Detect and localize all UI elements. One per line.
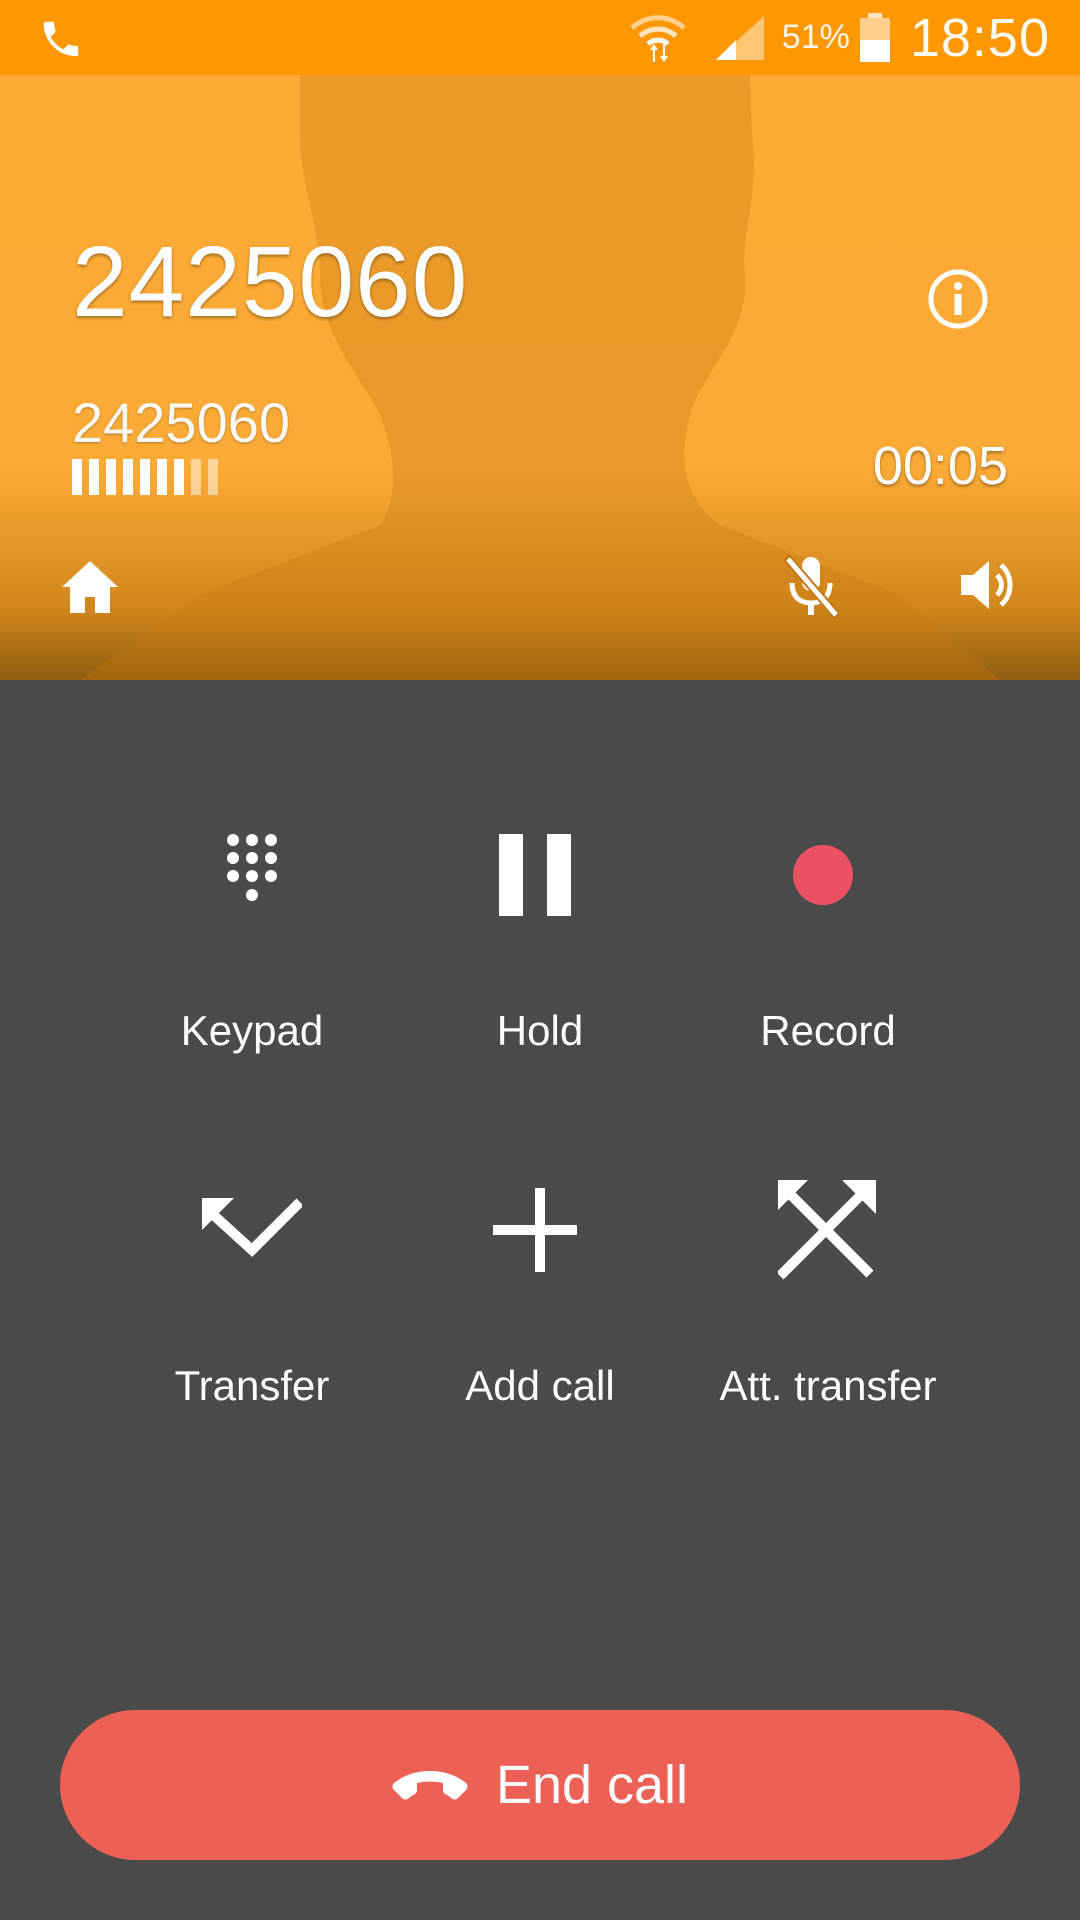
- quality-bar: [72, 459, 82, 495]
- hold-label: Hold: [496, 1007, 584, 1054]
- call-quality-indicator: [72, 459, 218, 495]
- quality-bar: [208, 459, 218, 495]
- attended-transfer-icon: [778, 1180, 876, 1280]
- add-call-icon: [493, 1188, 577, 1272]
- attended-transfer-label: Att. transfer: [719, 1362, 937, 1409]
- call-header: 2425060 2425060 00:05: [0, 75, 1080, 680]
- quality-bar: [157, 459, 167, 495]
- quality-bar: [174, 459, 184, 495]
- quality-bar: [106, 459, 116, 495]
- contact-silhouette: [80, 75, 1000, 680]
- call-timer: 00:05: [872, 436, 1008, 496]
- end-call-label: End call: [495, 1755, 689, 1815]
- status-time: 18:50: [909, 7, 1050, 68]
- battery-icon: [859, 12, 890, 62]
- battery-percent: 51%: [781, 18, 850, 56]
- pause-icon: [499, 834, 571, 916]
- record-icon: [793, 845, 853, 905]
- keypad-icon: [227, 834, 277, 901]
- phone-icon: [43, 21, 79, 57]
- caller-name: 2425060: [72, 226, 469, 338]
- add-call-label: Add call: [465, 1362, 615, 1409]
- transfer-label: Transfer: [174, 1362, 330, 1409]
- end-call-button[interactable]: End call: [60, 1710, 1020, 1860]
- status-bar: 51% 18:50: [0, 0, 1080, 75]
- keypad-label: Keypad: [180, 1007, 324, 1054]
- wifi-icon: [630, 14, 686, 62]
- hangup-icon: [392, 1771, 468, 1800]
- quality-bar: [89, 459, 99, 495]
- quality-bar: [191, 459, 201, 495]
- quality-bar: [123, 459, 133, 495]
- signal-icon: [715, 15, 764, 60]
- record-label: Record: [760, 1007, 896, 1054]
- quality-bar: [140, 459, 150, 495]
- home-icon[interactable]: [58, 555, 122, 619]
- info-icon[interactable]: [926, 267, 990, 331]
- transfer-icon: [202, 1198, 302, 1257]
- speaker-icon[interactable]: [955, 553, 1019, 617]
- mic-off-icon[interactable]: [778, 551, 844, 621]
- caller-number: 2425060: [72, 391, 291, 454]
